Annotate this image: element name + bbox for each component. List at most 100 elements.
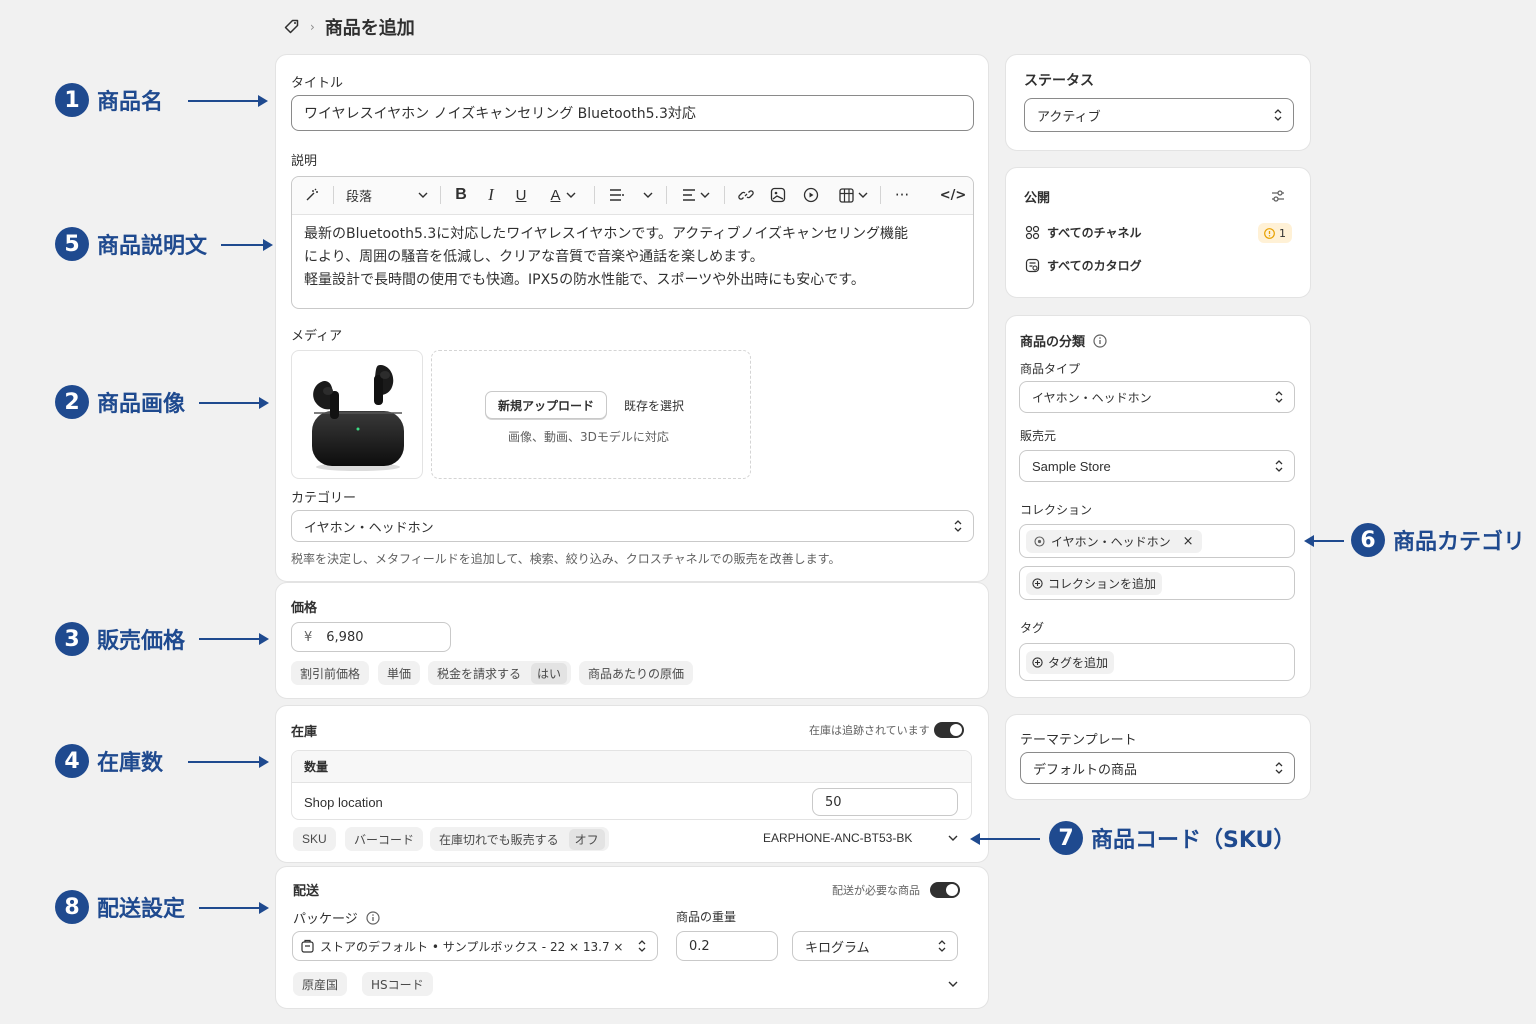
annotation-number: 7 [1049, 821, 1083, 855]
align-left-icon [683, 189, 695, 201]
toolbar-divider [440, 186, 441, 204]
barcode-pill[interactable]: バーコード [345, 827, 424, 851]
annotation-arrow [970, 833, 1040, 845]
collection-input[interactable]: イヤホン・ヘッドホン × [1019, 524, 1295, 558]
tags-input[interactable]: タグを追加 [1019, 643, 1295, 681]
inventory-tracked-toggle[interactable] [934, 722, 964, 738]
table-button[interactable] [836, 184, 870, 206]
annotation-category: 6 商品カテゴリ [1351, 523, 1525, 557]
status-label: ステータス [1024, 73, 1094, 89]
annotation-shipping: 8 配送設定 [55, 890, 185, 924]
align-button[interactable] [679, 184, 713, 206]
annotation-inventory: 4 在庫数 [55, 744, 163, 778]
collection-tag[interactable]: イヤホン・ヘッドホン × [1026, 529, 1202, 553]
product-image[interactable] [291, 350, 423, 479]
price-input[interactable]: ¥ 6,980 [291, 622, 451, 652]
quantity-input[interactable]: 50 [812, 788, 958, 816]
settings-sliders-icon[interactable] [1270, 188, 1286, 204]
annotation-arrow [199, 397, 269, 409]
package-select[interactable]: ストアのデフォルト • サンプルボックス - 22 × 13.7 × [292, 931, 658, 961]
sku-pill[interactable]: SKU [293, 827, 336, 851]
vendor-select[interactable]: Sample Store [1019, 450, 1295, 482]
info-icon[interactable] [366, 910, 380, 925]
category-value: イヤホン・ヘッドホン [304, 520, 434, 536]
status-value: アクティブ [1037, 109, 1101, 125]
organization-label: 商品の分類 [1020, 335, 1086, 350]
sales-channels-row[interactable]: すべてのチャネル [1025, 224, 1142, 241]
toolbar-divider [594, 186, 595, 204]
add-tag-button[interactable]: タグを追加 [1026, 650, 1115, 674]
breadcrumb: › 商品を追加 [284, 14, 415, 40]
publishing-label: 公開 [1024, 191, 1051, 206]
continue-selling-pill[interactable]: 在庫切れでも販売する オフ [430, 827, 609, 851]
annotation-number: 4 [55, 744, 89, 778]
add-collection-button[interactable]: コレクションを追加 [1026, 571, 1163, 595]
annotation-arrow [199, 633, 269, 645]
tag-icon[interactable] [284, 19, 300, 35]
link-icon[interactable] [736, 185, 756, 205]
package-value: ストアのデフォルト • サンプルボックス - 22 × 13.7 × [320, 939, 624, 954]
charge-tax-pill[interactable]: 税金を請求する はい [428, 661, 572, 685]
catalog-icon [1025, 258, 1040, 273]
annotation-arrow [1304, 535, 1344, 547]
annotation-label: 販売価格 [97, 629, 186, 654]
cost-per-item-pill[interactable]: 商品あたりの原価 [579, 661, 694, 685]
italic-button[interactable]: I [482, 184, 500, 206]
annotation-number: 3 [55, 622, 89, 656]
theme-template-label: テーマテンプレート [1020, 733, 1137, 748]
chevron-down-icon[interactable] [948, 981, 958, 987]
annotation-number: 5 [55, 227, 89, 261]
annotation-label: 商品名 [97, 90, 164, 115]
annotation-label: 商品画像 [97, 392, 186, 417]
select-chevron-icon [954, 520, 962, 532]
code-view-button[interactable]: </> [940, 184, 967, 206]
product-type-label: 商品タイプ [1020, 362, 1081, 376]
annotation-label: 商品説明文 [97, 234, 208, 259]
more-options-button[interactable]: ··· [890, 184, 914, 206]
text-color-button[interactable]: A [545, 184, 581, 206]
compare-at-price-pill[interactable]: 割引前価格 [291, 661, 370, 685]
shipping-required-toggle[interactable] [930, 882, 960, 898]
description-text[interactable]: 最新のBluetooth5.3に対応したワイヤレスイヤホンです。アクティブノイズ… [304, 223, 964, 292]
info-icon[interactable] [1093, 333, 1107, 348]
add-collection-field[interactable]: コレクションを追加 [1019, 566, 1295, 600]
video-icon[interactable] [801, 185, 821, 205]
annotation-arrow [199, 902, 269, 914]
channels-badge-count: 1 [1279, 226, 1286, 240]
chevron-down-icon[interactable] [948, 835, 958, 841]
package-label: パッケージ [293, 912, 358, 927]
category-hint: 税率を決定し、メタフィールドを追加して、検索、絞り込み、クロスチャネルでの販売を… [291, 552, 841, 566]
table-icon [838, 187, 854, 203]
weight-unit-select[interactable]: キログラム [792, 931, 958, 961]
unit-price-pill[interactable]: 単価 [378, 661, 421, 685]
vendor-value: Sample Store [1032, 458, 1111, 474]
continue-selling-label: 在庫切れでも販売する [439, 832, 559, 847]
bold-button[interactable]: B [452, 184, 470, 206]
annotation-product-name: 1 商品名 [55, 83, 163, 117]
charge-tax-label: 税金を請求する [437, 666, 522, 681]
description-line: 最新のBluetooth5.3に対応したワイヤレスイヤホンです。アクティブノイズ… [304, 226, 909, 242]
category-select[interactable]: イヤホン・ヘッドホン [291, 510, 974, 542]
description-label: 説明 [291, 154, 318, 169]
product-type-select[interactable]: イヤホン・ヘッドホン [1019, 381, 1295, 413]
media-label: メディア [291, 329, 343, 344]
status-select[interactable]: アクティブ [1024, 98, 1294, 132]
select-existing-link[interactable]: 既存を選択 [624, 397, 684, 414]
catalogs-row[interactable]: すべてのカタログ [1025, 257, 1142, 274]
plus-circle-icon [1032, 577, 1043, 589]
inventory-label: 在庫 [291, 725, 318, 740]
country-of-origin-pill[interactable]: 原産国 [293, 972, 348, 996]
image-icon[interactable] [768, 185, 788, 205]
title-input[interactable]: ワイヤレスイヤホン ノイズキャンセリング Bluetooth5.3対応 [291, 95, 974, 131]
magic-wand-icon[interactable] [302, 185, 322, 205]
theme-template-select[interactable]: デフォルトの商品 [1020, 752, 1295, 784]
underline-button[interactable]: U [512, 184, 530, 206]
description-line: により、周囲の騒音を低減し、クリアな音質で音楽や通話を楽しめます。 [304, 249, 764, 265]
collection-tag-label: イヤホン・ヘッドホン [1051, 534, 1171, 549]
paragraph-select[interactable]: 段落 [346, 184, 428, 206]
weight-input[interactable]: 0.2 [676, 931, 778, 961]
remove-tag-icon[interactable]: × [1183, 534, 1194, 549]
list-button[interactable] [606, 184, 656, 206]
upload-button[interactable]: 新規アップロード [485, 391, 608, 419]
hs-code-pill[interactable]: HSコード [362, 972, 433, 996]
